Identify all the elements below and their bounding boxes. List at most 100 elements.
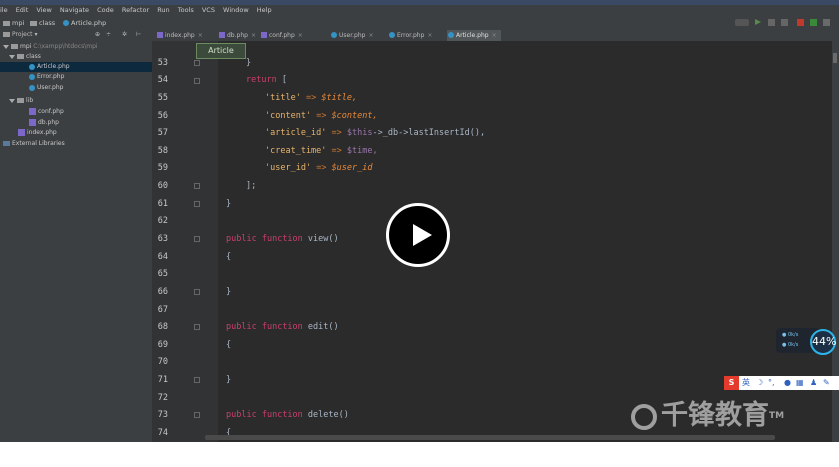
menu-refactor[interactable]: Refactor [122,5,149,16]
tree-item-conf[interactable]: conf.php [29,107,64,117]
close-icon[interactable]: × [298,32,303,39]
code-line-61: } [226,199,232,209]
code-line-68: public function edit() [226,322,339,332]
tab-db[interactable]: db.php × [218,30,256,41]
vcs-update-icon[interactable] [810,19,817,26]
fold-marker[interactable] [194,201,200,207]
tab-user[interactable]: User.php × [330,30,373,41]
brand-logo-icon [631,403,657,430]
code-line-69: { [226,340,232,350]
tree-item-error[interactable]: Error.php [29,72,64,82]
tree-item-user[interactable]: User.php [29,83,63,93]
line-number: 59 [157,163,168,173]
close-icon[interactable]: × [492,32,497,39]
skin-icon[interactable]: ✎ [823,376,830,390]
menu-view[interactable]: View [36,5,51,16]
php-class-icon [29,73,35,80]
fold-marker[interactable] [194,236,200,242]
run-icon[interactable] [755,19,761,25]
coverage-icon[interactable] [781,19,788,26]
fold-marker[interactable] [194,289,200,295]
expand-icon [9,54,15,59]
line-number: 57 [157,128,168,138]
line-number: 61 [157,199,168,209]
line-number: 63 [157,234,168,244]
network-speed-widget: ● 0k/s ● 0k/s 44% [776,328,839,355]
collapse-icon[interactable]: ÷ [106,30,111,40]
menu-edit[interactable]: Edit [16,5,29,16]
code-line-55: 'title' => $title, [265,93,358,103]
tab-index[interactable]: index.php × [156,30,203,41]
breadcrumb-root[interactable]: mpi [3,16,24,30]
line-number: 73 [157,410,168,420]
gear-icon[interactable]: ✲ [122,30,127,40]
tab-error[interactable]: Error.php × [388,30,432,41]
menu-run[interactable]: Run [157,5,169,16]
stop-icon[interactable] [797,19,804,26]
php-file-icon [29,119,36,126]
vcs-commit-icon[interactable] [823,19,830,26]
close-icon[interactable]: × [427,32,432,39]
folder-icon [3,20,10,26]
tree-item-external-libraries[interactable]: External Libraries [3,139,65,149]
punctuation-icon[interactable]: °, [768,376,775,390]
tree-item-db[interactable]: db.php [29,118,59,128]
tree-item-lib-folder[interactable]: lib [9,96,33,106]
folder-icon [11,44,18,49]
code-line-64: { [226,252,232,262]
sync-icon[interactable]: ⊕ [95,30,100,40]
keyboard-icon[interactable]: ▦ [796,376,804,390]
tooltip: Article [196,43,246,59]
project-tree: mpi C:\xampp\htdocs\mpi class Article.ph… [0,40,152,442]
close-icon[interactable]: × [198,32,203,39]
user-icon[interactable]: ♟ [810,376,817,390]
download-speed: ● 0k/s [782,342,799,348]
microphone-icon[interactable]: ● [784,376,791,390]
fold-marker[interactable] [194,60,200,66]
fold-marker[interactable] [194,183,200,189]
menu-bar: ile Edit View Navigate Code Refactor Run… [0,5,839,16]
menu-code[interactable]: Code [97,5,114,16]
ime-toolbar[interactable]: S 英 ☽ °, ● ▦ ♟ ✎ [724,376,839,390]
project-icon [3,32,10,37]
fold-marker[interactable] [194,377,200,383]
tree-item-class-folder[interactable]: class [9,52,41,62]
code-line-53: } [246,58,252,68]
tree-item-root[interactable]: mpi C:\xampp\htdocs\mpi [3,42,98,52]
expand-icon [9,98,15,103]
project-panel-header: Project ▾ ⊕ ÷ ✲ ⊢ [0,30,152,40]
debug-icon[interactable] [768,19,775,26]
php-class-icon [29,84,35,91]
php-class-icon [29,63,35,70]
line-number: 58 [157,146,168,156]
code-line-56: 'content' => $content, [265,111,378,121]
breadcrumb-file[interactable]: Article.php [63,16,106,30]
menu-tools[interactable]: Tools [178,5,194,16]
run-config-select[interactable] [735,19,749,26]
php-file-icon [18,129,25,136]
video-play-button[interactable] [386,203,450,267]
line-number: 65 [157,269,168,279]
ide-window: ile Edit View Navigate Code Refactor Run… [0,0,839,442]
tab-conf[interactable]: conf.php × [260,30,303,41]
fold-marker[interactable] [194,78,200,84]
moon-icon[interactable]: ☽ [756,376,763,390]
tree-item-article[interactable]: Article.php [0,62,152,72]
fold-marker[interactable] [194,412,200,418]
hide-icon[interactable]: ⊢ [136,30,141,40]
menu-help[interactable]: Help [257,5,272,16]
menu-file[interactable]: ile [0,5,8,16]
scrollbar-thumb[interactable] [833,53,837,63]
breadcrumb-class[interactable]: class [30,16,55,30]
play-icon [413,224,432,246]
ime-language[interactable]: 英 [742,376,750,390]
menu-window[interactable]: Window [223,5,249,16]
menu-navigate[interactable]: Navigate [60,5,89,16]
fold-marker[interactable] [194,324,200,330]
close-icon[interactable]: × [368,32,373,39]
project-view-selector[interactable]: Project ▾ [3,30,37,40]
close-icon[interactable]: × [251,32,256,39]
line-number: 54 [157,75,168,85]
tree-item-index[interactable]: index.php [18,128,57,138]
menu-vcs[interactable]: VCS [202,5,215,16]
